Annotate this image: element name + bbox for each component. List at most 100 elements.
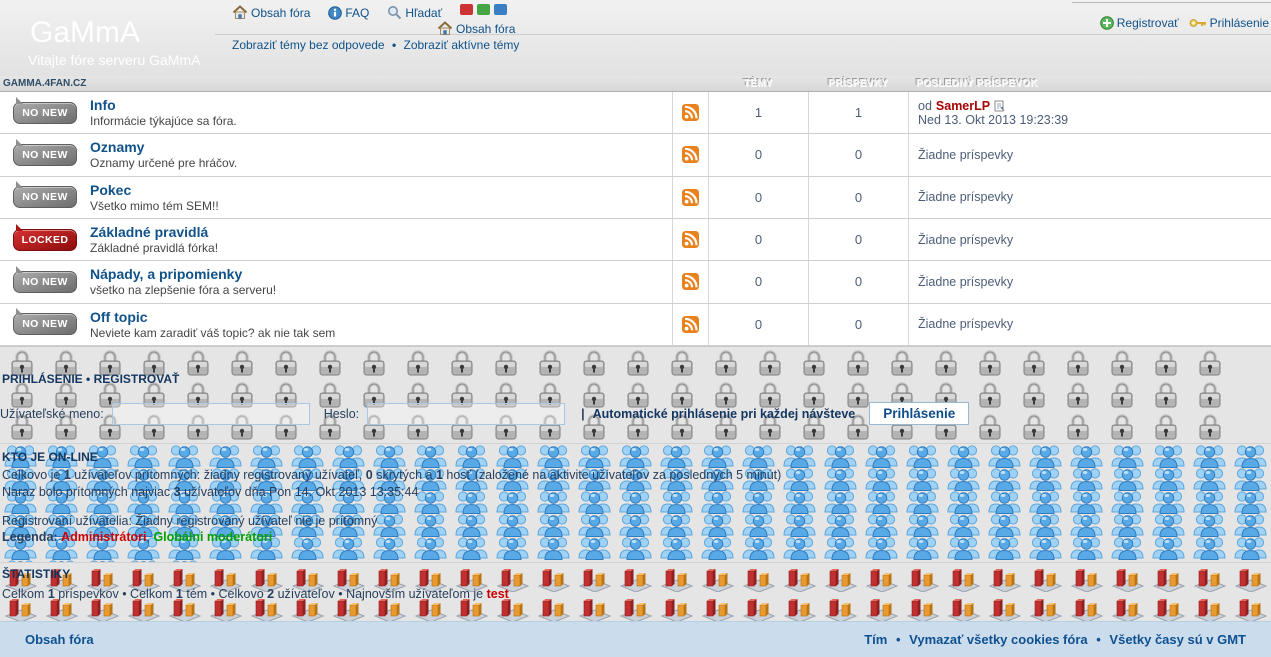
forum-description: Neviete kam zaradiť váš topic? ak nie ta… xyxy=(90,325,336,340)
rss-feed-button[interactable] xyxy=(672,134,708,176)
users-icon xyxy=(902,513,943,537)
lock-icon xyxy=(704,347,748,379)
lock-icon xyxy=(1144,379,1188,411)
bar-chart-icon xyxy=(820,563,861,593)
forum-description: Oznamy určené pre hráčov. xyxy=(90,156,238,171)
users-icon xyxy=(697,536,738,560)
password-input[interactable] xyxy=(367,402,566,425)
legend-administrators-link[interactable]: Administrátori xyxy=(61,530,146,544)
login-section-header: PRIHLÁSENIE • REGISTROVAŤ xyxy=(2,372,179,386)
login-header-link[interactable]: PRIHLÁSENIE xyxy=(2,372,83,386)
users-icon xyxy=(820,536,861,560)
red-square-button[interactable] xyxy=(460,4,474,15)
users-icon xyxy=(492,513,533,537)
users-icon xyxy=(861,490,902,514)
users-icon xyxy=(410,513,451,537)
nav-search[interactable]: Hľadať xyxy=(387,5,442,20)
lock-icon xyxy=(968,411,1012,443)
rss-feed-button[interactable] xyxy=(672,176,708,218)
rss-feed-button[interactable] xyxy=(672,303,708,345)
nav-login-label: Prihlásenie xyxy=(1209,16,1269,30)
forum-title-link[interactable]: Off topic xyxy=(90,309,672,325)
users-icon xyxy=(656,444,697,468)
goto-last-post-icon[interactable] xyxy=(994,100,1005,112)
users-icon xyxy=(1148,536,1189,560)
footer-bullet: • xyxy=(895,632,901,647)
lock-icon xyxy=(1012,411,1056,443)
users-icon xyxy=(943,536,984,560)
users-icon xyxy=(861,513,902,537)
bar-chart-icon xyxy=(533,563,574,593)
forum-description: Všetko mimo tém SEM!! xyxy=(90,198,219,213)
nav-faq-label: FAQ xyxy=(345,5,370,20)
rss-icon xyxy=(682,146,699,164)
site-title: GaMmA xyxy=(30,16,141,49)
forum-list: NO NEW Info Informácie týkajúce sa fóra.… xyxy=(0,92,1271,346)
forum-status-badge: NO NEW xyxy=(13,96,77,124)
bar-chart-icon xyxy=(1230,593,1271,622)
forum-title-link[interactable]: Pokec xyxy=(90,182,672,198)
no-posts-label: Žiadne príspevky xyxy=(918,232,1014,247)
nav-active-topics[interactable]: Zobraziť aktívne témy xyxy=(403,38,519,52)
register-header-link[interactable]: REGISTROVAŤ xyxy=(94,372,180,386)
no-posts-label: Žiadne príspevky xyxy=(918,274,1014,289)
forum-title-link[interactable]: Nápady, a pripomienky xyxy=(90,266,672,282)
lock-icon xyxy=(1056,347,1100,379)
users-icon xyxy=(779,536,820,560)
users-icon xyxy=(410,444,451,468)
forum-status-badge: NO NEW xyxy=(13,308,77,336)
bar-chart-icon xyxy=(1189,593,1230,622)
forum-title-link[interactable]: Oznamy xyxy=(90,139,672,155)
bar-chart-icon xyxy=(697,593,738,622)
forum-title-link[interactable]: Základné pravidlá xyxy=(90,224,672,240)
nav-board-index-2[interactable]: Obsah fóra xyxy=(437,21,515,36)
rss-feed-button[interactable] xyxy=(672,218,708,261)
topics-count: 0 xyxy=(754,274,763,290)
nav-register[interactable]: Registrovať xyxy=(1099,16,1179,30)
style-switcher xyxy=(460,4,508,15)
no-posts-label: Žiadne príspevky xyxy=(918,317,1014,332)
users-icon xyxy=(861,536,902,560)
users-icon xyxy=(1148,513,1189,537)
users-icon xyxy=(820,513,861,537)
users-icon xyxy=(533,490,574,514)
footer-team-link[interactable]: Tím xyxy=(864,632,887,647)
users-icon xyxy=(861,444,902,468)
forum-title-link[interactable]: Info xyxy=(90,97,672,113)
password-label: Heslo: xyxy=(323,406,360,421)
users-icon xyxy=(574,444,615,468)
bar-chart-icon xyxy=(984,563,1025,593)
topics-count: 0 xyxy=(754,189,763,205)
rss-feed-button[interactable] xyxy=(672,92,708,134)
forum-description: Základné pravidlá fórka! xyxy=(90,241,219,256)
nav-login[interactable]: Prihlásenie xyxy=(1189,16,1269,30)
bar-chart-icon xyxy=(656,593,697,622)
username-input[interactable] xyxy=(111,402,310,425)
nav-unanswered-topics[interactable]: Zobraziť témy bez odpovede xyxy=(232,38,385,52)
autologin-label[interactable]: Automatické prihlásenie pri každej návšt… xyxy=(593,407,856,421)
last-post-username[interactable]: SamerLP xyxy=(936,99,990,113)
green-square-button[interactable] xyxy=(477,4,491,15)
forum-row-pokec: NO NEW Pokec Všetko mimo tém SEM!! 0 0 Ž… xyxy=(0,176,1271,219)
newest-user-link[interactable]: test xyxy=(487,587,509,601)
last-post-time: Ned 13. Okt 2013 19:23:39 xyxy=(918,112,1069,127)
users-icon xyxy=(656,513,697,537)
lock-icon xyxy=(220,347,264,379)
rss-feed-button[interactable] xyxy=(672,261,708,303)
legend-comma: , xyxy=(146,530,150,544)
site-host-label: GAMMA.4FAN.CZ xyxy=(3,78,87,89)
forum-status-badge: NO NEW xyxy=(13,181,77,209)
login-submit-button[interactable]: Prihlásenie xyxy=(869,402,970,425)
footer-delete-cookies-link[interactable]: Vymazať všetky cookies fóra xyxy=(909,632,1087,647)
bar-chart-icon xyxy=(615,593,656,622)
users-icon xyxy=(943,444,984,468)
users-icon xyxy=(287,444,328,468)
footer-board-index-link[interactable]: Obsah fóra xyxy=(25,632,94,647)
header-divider-right xyxy=(1072,2,1271,3)
last-post-cell: Žiadne príspevky xyxy=(908,261,1271,303)
nav-board-index[interactable]: Obsah fóra xyxy=(232,5,310,20)
blue-square-button[interactable] xyxy=(494,4,508,15)
legend-moderators-link[interactable]: Globálni moderátori xyxy=(153,530,272,544)
nav-faq[interactable]: FAQ xyxy=(328,6,369,20)
lock-icon xyxy=(1188,379,1232,411)
